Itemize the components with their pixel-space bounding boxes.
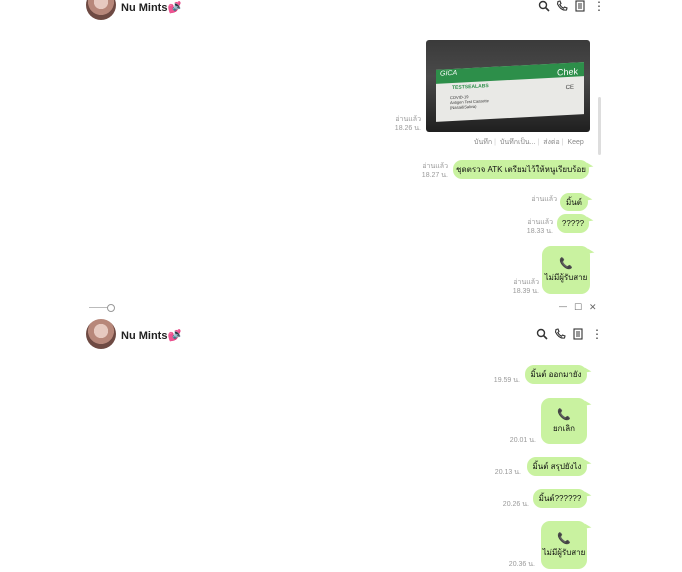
message-meta: อ่านแล้ว 18.26 น. bbox=[394, 116, 421, 132]
message-bubble[interactable]: ชุดตรวจ ATK เตรียมไว้ให้หนูเรียบร้อย bbox=[453, 160, 589, 179]
minimize-button[interactable]: — bbox=[559, 302, 567, 311]
atk-box-image: GICA Chek TESTSEALABS COVID-19 Antigen Te… bbox=[436, 62, 584, 122]
search-icon[interactable] bbox=[536, 328, 548, 340]
chat-panel-1: Nu Mints💕 🔈 ⋮ GICA Chek TESTSEALABS COVI… bbox=[0, 0, 682, 300]
call-status: ไม่มีผู้รับสาย bbox=[544, 272, 588, 282]
maximize-button[interactable]: ☐ bbox=[574, 302, 582, 313]
message-bubble[interactable]: ????? bbox=[557, 214, 589, 233]
message-time: 19.59 น. bbox=[493, 377, 520, 384]
message-time: 20.36 น. bbox=[508, 561, 535, 568]
close-button[interactable]: ✕ bbox=[589, 302, 597, 313]
call-status: ยกเลิก bbox=[552, 423, 575, 433]
message-time: 20.01 น. bbox=[509, 437, 536, 444]
more-icon[interactable]: ⋮ bbox=[591, 327, 603, 341]
message-time: 20.26 น. bbox=[502, 501, 529, 508]
image-message[interactable]: GICA Chek TESTSEALABS COVID-19 Antigen Te… bbox=[426, 40, 590, 132]
image-actions: บันทึก | บันทึกเป็น... | ส่งต่อ | Keep bbox=[474, 139, 584, 146]
keep-link[interactable]: Keep bbox=[567, 139, 583, 146]
message-meta: อ่านแล้ว 18.33 น. bbox=[526, 219, 553, 235]
avatar[interactable] bbox=[86, 0, 116, 20]
message-meta: อ่านแล้ว bbox=[531, 196, 557, 203]
message-bubble[interactable]: มิ้นต์?????? bbox=[533, 489, 587, 508]
message-bubble[interactable]: มิ้นต์ bbox=[560, 193, 588, 211]
call-status: ไม่มีผู้รับสาย bbox=[542, 547, 586, 557]
chat-panel-2: Nu Mints💕 🔈 ⋮ 19.59 น. มิ้นต์ ออกมายัง 2… bbox=[0, 318, 682, 572]
message-bubble[interactable]: มิ้นต์ ออกมายัง bbox=[525, 365, 587, 384]
phone-icon[interactable] bbox=[554, 328, 566, 340]
search-icon[interactable] bbox=[538, 0, 550, 12]
save-as-link[interactable]: บันทึกเป็น... bbox=[500, 139, 536, 146]
notes-icon[interactable] bbox=[572, 328, 584, 340]
phone-icon: 📞 bbox=[559, 257, 573, 270]
save-link[interactable]: บันทึก bbox=[474, 139, 492, 146]
phone-icon: 📞 bbox=[557, 532, 571, 545]
cancelled-call-bubble[interactable]: 📞 ยกเลิก bbox=[541, 398, 587, 444]
message-bubble[interactable]: มิ้นต์ สรุปยังไง bbox=[527, 457, 587, 476]
message-meta: อ่านแล้ว 18.27 น. bbox=[421, 163, 448, 179]
forward-link[interactable]: ส่งต่อ bbox=[543, 139, 559, 146]
phone-icon: 📞 bbox=[557, 408, 571, 421]
scrollbar[interactable] bbox=[598, 97, 601, 155]
notes-icon[interactable] bbox=[574, 0, 586, 12]
speaker-icon[interactable]: 🔈 bbox=[172, 329, 183, 340]
avatar[interactable] bbox=[86, 319, 116, 349]
message-time: 20.13 น. bbox=[494, 469, 521, 476]
speaker-icon[interactable]: 🔈 bbox=[172, 1, 183, 12]
missed-call-bubble[interactable]: 📞 ไม่มีผู้รับสาย bbox=[542, 246, 590, 294]
more-icon[interactable]: ⋮ bbox=[593, 0, 605, 13]
missed-call-bubble[interactable]: 📞 ไม่มีผู้รับสาย bbox=[541, 521, 587, 569]
message-meta: อ่านแล้ว 18.39 น. bbox=[512, 279, 539, 295]
volume-slider-knob[interactable] bbox=[107, 304, 115, 312]
phone-icon[interactable] bbox=[556, 0, 568, 12]
